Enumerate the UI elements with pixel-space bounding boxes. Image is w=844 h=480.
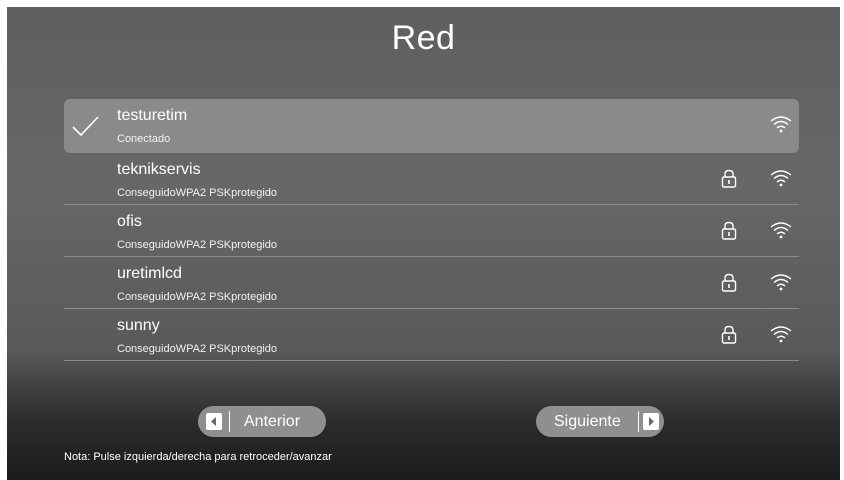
network-item-ofis[interactable]: ofis ConseguidoWPA2 PSKprotegido	[64, 205, 799, 257]
network-list: testuretim Conectado teknikservis Conseg…	[64, 99, 799, 361]
arrow-right-icon	[643, 413, 659, 430]
next-button[interactable]: Siguiente	[536, 406, 664, 437]
previous-button[interactable]: Anterior	[198, 406, 326, 437]
network-item-teknikservis[interactable]: teknikservis ConseguidoWPA2 PSKprotegido	[64, 153, 799, 205]
lock-icon	[721, 221, 737, 240]
page-title: Red	[391, 19, 456, 57]
lock-icon	[721, 325, 737, 344]
network-status: ConseguidoWPA2 PSKprotegido	[117, 187, 278, 199]
network-status: Conectado	[117, 133, 171, 145]
button-separator	[229, 411, 230, 432]
network-settings-screen: Red testuretim Conectado teknikservis Co…	[7, 7, 840, 480]
arrow-left-icon	[206, 413, 222, 430]
lock-icon	[721, 169, 737, 188]
network-ssid: sunny	[117, 317, 160, 334]
wifi-icon	[770, 170, 792, 187]
network-status: ConseguidoWPA2 PSKprotegido	[117, 239, 278, 251]
network-ssid: teknikservis	[117, 161, 201, 178]
checkmark-icon	[72, 116, 99, 137]
wifi-icon	[770, 326, 792, 343]
network-item-testuretim[interactable]: testuretim Conectado	[64, 99, 799, 153]
network-status: ConseguidoWPA2 PSKprotegido	[117, 291, 278, 303]
button-separator	[638, 411, 639, 432]
network-item-uretimlcd[interactable]: uretimlcd ConseguidoWPA2 PSKprotegido	[64, 257, 799, 309]
network-status: ConseguidoWPA2 PSKprotegido	[117, 343, 278, 355]
network-ssid: ofis	[117, 213, 142, 230]
network-ssid: uretimlcd	[117, 265, 182, 282]
next-button-label: Siguiente	[554, 413, 621, 430]
network-item-sunny[interactable]: sunny ConseguidoWPA2 PSKprotegido	[64, 309, 799, 361]
lock-icon	[721, 273, 737, 292]
navigation-note: Nota: Pulse izquierda/derecha para retro…	[64, 451, 332, 463]
wifi-icon	[770, 222, 792, 239]
wifi-icon	[770, 116, 792, 133]
network-ssid: testuretim	[117, 107, 188, 124]
wifi-icon	[770, 274, 792, 291]
previous-button-label: Anterior	[244, 413, 301, 430]
